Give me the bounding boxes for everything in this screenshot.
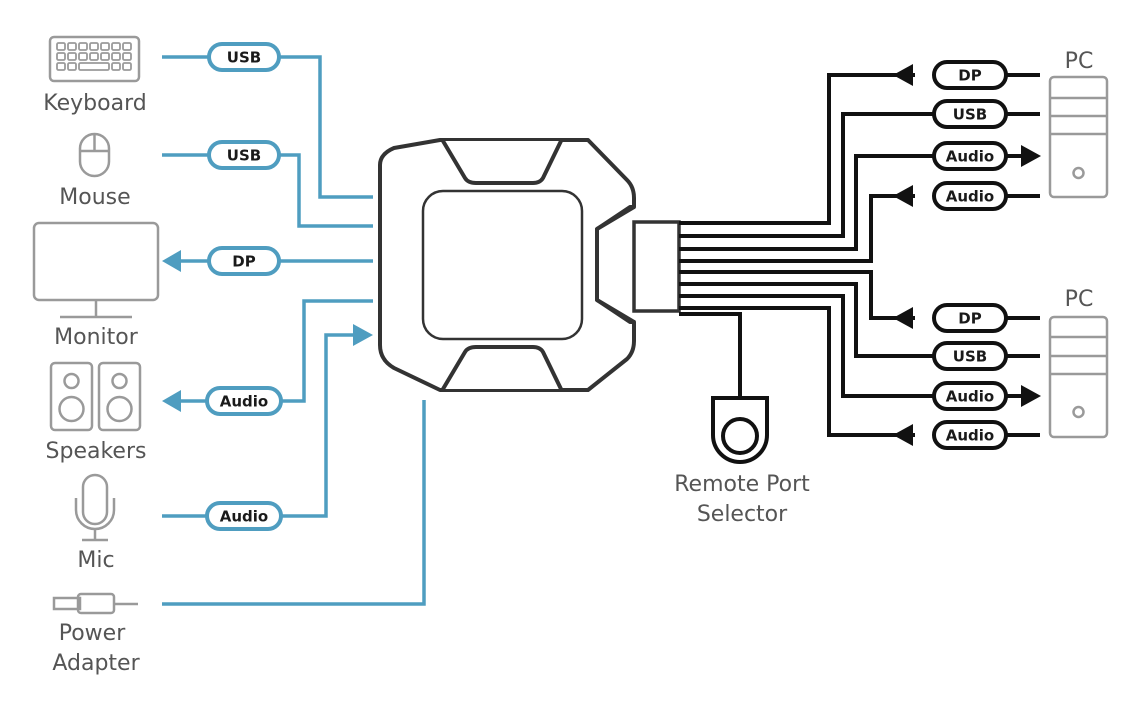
mouse-label: Mouse [59, 185, 130, 210]
speakers-cable [180, 299, 373, 403]
pc1-usb-cable [679, 112, 935, 238]
mouse-cable-pill: USB [207, 140, 281, 170]
pc-2-icon [1048, 315, 1109, 439]
keyboard-icon [48, 35, 141, 83]
mic-icon [74, 473, 116, 542]
keyboard-label: Keyboard [43, 91, 146, 116]
pc1-audio-in-arrow [893, 185, 913, 207]
pc2-audio-in-arrow [893, 424, 913, 446]
mic-cable-pill: Audio [205, 501, 283, 531]
pc1-cable-pill: USB [932, 99, 1008, 129]
mic-cable [162, 333, 356, 518]
pc2-audio-out-cable [679, 294, 935, 398]
pc-1-label: PC [1065, 49, 1094, 74]
monitor-icon [32, 221, 160, 319]
power-adapter-label-1: Power [59, 621, 126, 646]
mic-label: Mic [77, 548, 114, 573]
kvm-connection-diagram: Keyboard Mouse Monitor Speakers Mic Powe… [32, 35, 1109, 676]
keyboard-key [56, 52, 66, 61]
pc1-cable-pill: Audio [932, 141, 1008, 171]
pc2-cable-pill-label: Audio [946, 388, 994, 406]
keyboard-key [56, 42, 66, 51]
pc2-dp-arrow [893, 307, 913, 329]
remote-label-1: Remote Port [674, 472, 810, 497]
pc-2-label: PC [1065, 287, 1094, 312]
remote-cable [679, 312, 742, 398]
keyboard-key [100, 42, 110, 51]
monitor-label: Monitor [54, 325, 139, 350]
pc2-cable-pill-label: DP [958, 310, 981, 328]
mouse-cable-pill-label: USB [227, 147, 261, 165]
pc1-cable-pill-label: DP [958, 67, 981, 85]
speakers-label: Speakers [46, 439, 147, 464]
keyboard-key [111, 52, 121, 61]
pc-1-icon [1048, 75, 1109, 199]
speakers-cable-pill-label: Audio [220, 393, 268, 411]
pc1-dp-arrow [893, 64, 913, 86]
pc2-cable-pill-label: USB [953, 348, 987, 366]
mic-arrow [353, 324, 373, 346]
mic-cable-pill-label: Audio [220, 508, 268, 526]
keyboard-key [78, 42, 88, 51]
keyboard-key [89, 52, 99, 61]
pc1-cable-pill-label: Audio [946, 148, 994, 166]
pc1-cable-pill: Audio [932, 181, 1008, 211]
keyboard-key [122, 62, 132, 71]
keyboard-cable-pill-label: USB [227, 49, 261, 67]
pc1-cable-pill: DP [932, 60, 1008, 90]
keyboard-cable [162, 55, 373, 199]
speakers-arrow [162, 390, 181, 412]
power-adapter-label-2: Adapter [52, 651, 140, 676]
keyboard-key [111, 62, 121, 71]
pc1-audio-out-arrow [1021, 145, 1041, 167]
pc2-cable-pill: DP [932, 303, 1008, 333]
keyboard-key [56, 62, 66, 71]
pc1-audio-in-cable [679, 194, 915, 263]
keyboard-key [89, 42, 99, 51]
monitor-cable-pill-label: DP [232, 253, 255, 271]
remote-port-selector-icon [711, 396, 769, 464]
kvm-switch [378, 138, 681, 392]
keyboard-key [111, 42, 121, 51]
remote-label-2: Selector [697, 502, 788, 527]
pc2-cable-pill: Audio [932, 420, 1008, 450]
speakers-icon [49, 361, 142, 432]
keyboard-key [122, 42, 132, 51]
keyboard-spacebar [78, 62, 110, 71]
keyboard-key [122, 52, 132, 61]
pc2-cable-pill-label: Audio [946, 427, 994, 445]
monitor-arrow [162, 250, 181, 272]
pc2-cable-pill: Audio [932, 381, 1008, 411]
keyboard-key [78, 52, 88, 61]
keyboard-key [67, 62, 77, 71]
pc2-audio-out-arrow [1021, 385, 1041, 407]
pc1-cable-pill-label: Audio [946, 188, 994, 206]
keyboard-key [67, 42, 77, 51]
pc1-cable-pill-label: USB [953, 106, 987, 124]
keyboard-key [100, 52, 110, 61]
power-adapter-icon [52, 592, 138, 615]
monitor-cable-pill: DP [207, 246, 281, 276]
keyboard-key [67, 52, 77, 61]
mouse-icon [78, 132, 111, 178]
pc1-dp-cable [679, 73, 915, 225]
keyboard-cable-pill: USB [207, 42, 281, 72]
pc2-cable-pill: USB [932, 341, 1008, 371]
speakers-cable-pill: Audio [205, 386, 283, 416]
power-cable [162, 400, 426, 606]
